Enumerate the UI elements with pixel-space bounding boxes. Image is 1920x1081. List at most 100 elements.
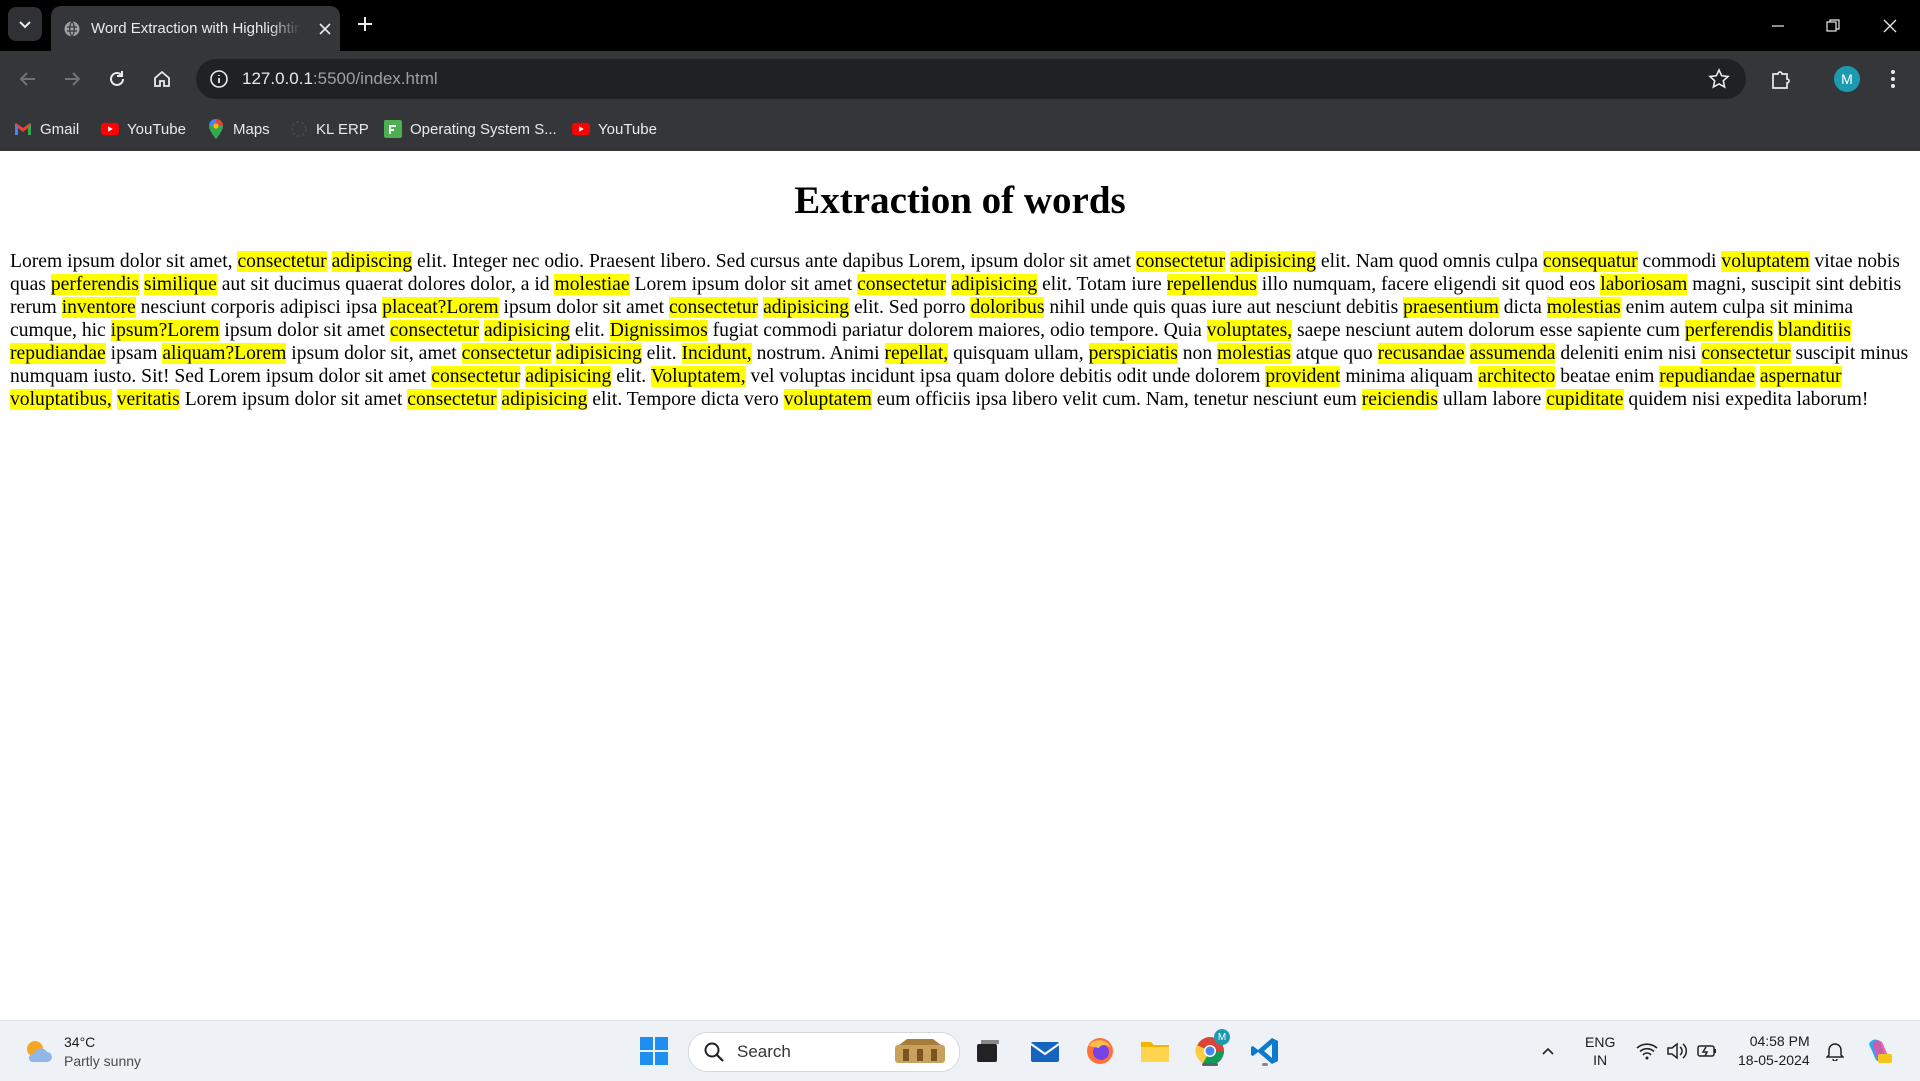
network-volume-battery[interactable]: [1636, 1021, 1718, 1081]
highlighted-word: consectetur: [389, 320, 480, 341]
task-view-icon: [977, 1040, 999, 1062]
url-text[interactable]: 127.0.0.1:5500/index.html: [242, 69, 438, 89]
bookmark-operating-system[interactable]: Operating System S...: [384, 117, 557, 141]
extensions-button[interactable]: [1766, 64, 1796, 94]
highlighted-word: provident: [1265, 366, 1341, 387]
bookmark-star-icon[interactable]: [1708, 68, 1730, 90]
windows-start-icon: [640, 1037, 668, 1065]
file-explorer-app[interactable]: [1137, 1033, 1173, 1069]
copilot-button[interactable]: [1864, 1021, 1894, 1081]
task-view-button[interactable]: [970, 1033, 1006, 1069]
maps-icon: [207, 119, 225, 139]
new-tab-button[interactable]: [353, 12, 377, 36]
gmail-icon: [14, 120, 32, 138]
forward-button[interactable]: [57, 64, 87, 94]
globe-icon: [64, 20, 80, 37]
bell-icon: [1826, 1043, 1844, 1061]
browser-tab-active[interactable]: Word Extraction with Highlighting: [51, 6, 340, 51]
clock-time: 04:58 PM: [1749, 1033, 1810, 1049]
highlighted-paragraph: Lorem ipsum dolor sit amet, consectetur …: [10, 251, 1909, 410]
highlighted-word: adipiscing: [331, 251, 413, 272]
highlighted-word: adipisicing: [525, 366, 612, 387]
notifications-button[interactable]: [1826, 1021, 1844, 1081]
start-button[interactable]: [636, 1033, 672, 1069]
language-indicator[interactable]: ENG IN: [1585, 1021, 1615, 1081]
copilot-icon: [1869, 1039, 1892, 1063]
search-label: Search: [737, 1042, 791, 1061]
reload-icon: [110, 71, 124, 86]
highlighted-word: reiciendis: [1361, 389, 1438, 410]
highlighted-word: adipisicing: [1230, 251, 1316, 272]
windows-taskbar: 34°C Partly sunny Search M ENG IN 04:58 …: [0, 1020, 1920, 1081]
show-hidden-icons[interactable]: [1540, 1021, 1556, 1081]
reload-button[interactable]: [102, 64, 132, 94]
close-icon: [1883, 19, 1897, 32]
highlighted-word: consectetur: [237, 251, 327, 272]
bookmark-label: Maps: [233, 120, 270, 138]
browser-toolbar: 127.0.0.1:5500/index.html M: [0, 51, 1920, 107]
bookmark-youtube[interactable]: YouTube: [101, 117, 186, 141]
highlighted-word: doloribus: [970, 297, 1045, 318]
home-icon: [154, 70, 170, 87]
mail-app[interactable]: [1027, 1033, 1063, 1069]
youtube-icon: [101, 120, 119, 138]
window-close-button[interactable]: [1866, 0, 1914, 51]
highlighted-word: voluptates,: [1206, 320, 1293, 341]
bookmark-youtube-2[interactable]: YouTube: [572, 117, 657, 141]
highlighted-word: recusandae: [1377, 343, 1465, 364]
tab-close-button[interactable]: [315, 19, 335, 39]
page-title: Extraction of words: [794, 179, 1126, 222]
tab-search-button[interactable]: [8, 7, 42, 41]
restore-icon: [1826, 18, 1840, 32]
firefox-icon: [1087, 1038, 1113, 1064]
highlighted-word: aspernatur: [1759, 366, 1842, 387]
wifi-icon: [1636, 1043, 1658, 1060]
profile-avatar[interactable]: M: [1834, 66, 1860, 92]
battery-charging-icon: [1697, 1045, 1716, 1057]
vscode-app[interactable]: [1247, 1033, 1283, 1069]
site-info-icon[interactable]: [208, 68, 230, 90]
highlighted-word: consectetur: [1135, 251, 1226, 272]
chrome-app[interactable]: M: [1192, 1029, 1230, 1069]
highlighted-word: similique: [143, 274, 217, 295]
highlighted-word: praesentium: [1403, 297, 1499, 318]
highlighted-word: molestias: [1217, 343, 1292, 364]
restore-button[interactable]: [1809, 0, 1857, 51]
highlighted-word: repudiandae: [10, 343, 106, 364]
bookmark-maps[interactable]: Maps: [207, 117, 270, 141]
bookmarks-bar: Gmail YouTube Maps KL ERP Operating Syst…: [0, 107, 1920, 151]
os-icon: [384, 120, 402, 138]
clock[interactable]: 04:58 PM 18-05-2024: [1738, 1021, 1810, 1081]
highlighted-word: consequatur: [1542, 251, 1638, 272]
highlighted-word: perferendis: [50, 274, 139, 295]
youtube-icon: [572, 120, 590, 138]
weather-widget[interactable]: 34°C Partly sunny: [22, 1033, 141, 1071]
tab-strip: Word Extraction with Highlighting: [0, 0, 1920, 51]
bookmark-label: Gmail: [40, 120, 80, 138]
more-vertical-icon: [1891, 70, 1895, 88]
address-bar[interactable]: 127.0.0.1:5500/index.html: [196, 59, 1746, 99]
folder-icon: [1141, 1042, 1169, 1062]
tab-title: Word Extraction with Highlighting: [91, 20, 301, 37]
back-button[interactable]: [13, 64, 43, 94]
bookmark-kl-erp[interactable]: KL ERP: [290, 117, 369, 141]
highlighted-word: placeat?Lorem: [382, 297, 499, 318]
volume-icon: [1667, 1042, 1688, 1060]
highlighted-word: assumenda: [1469, 343, 1556, 364]
highlighted-word: cupiditate: [1546, 389, 1624, 410]
minimize-button[interactable]: [1754, 0, 1802, 51]
language-bottom: IN: [1593, 1052, 1608, 1068]
highlighted-word: consectetur: [461, 343, 551, 364]
highlighted-word: consectetur: [407, 389, 497, 410]
home-button[interactable]: [147, 64, 177, 94]
highlighted-word: voluptatibus,: [10, 389, 112, 410]
highlighted-word: architecto: [1478, 366, 1556, 387]
firefox-app[interactable]: [1082, 1033, 1118, 1069]
browser-menu-button[interactable]: [1878, 64, 1908, 94]
minimize-icon: [1772, 24, 1784, 27]
kl-erp-icon: [290, 120, 308, 138]
taskbar-search[interactable]: Search: [688, 1032, 960, 1072]
bookmark-gmail[interactable]: Gmail: [14, 117, 79, 141]
language-top: ENG: [1585, 1034, 1616, 1050]
highlighted-word: consectetur: [668, 297, 759, 318]
